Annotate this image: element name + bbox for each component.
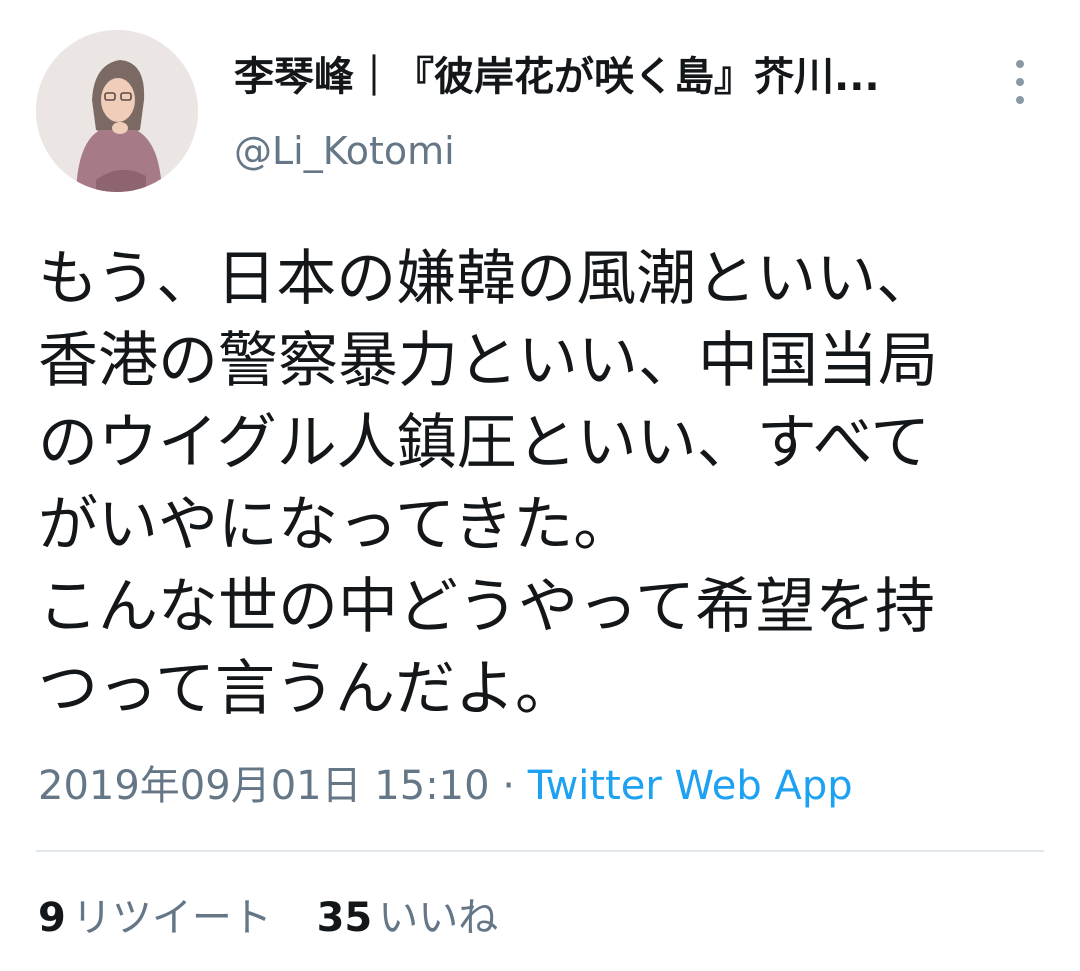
retweets-count: 9 [38, 895, 66, 941]
more-dot [1016, 78, 1024, 86]
likes-label: いいね [378, 895, 499, 941]
divider [36, 850, 1044, 852]
user-avatar-photo [36, 30, 198, 192]
tweet-timestamp[interactable]: 2019年09月01日 15:10 [38, 763, 490, 809]
tweet-header: 李琴峰｜『彼岸花が咲く島』芥川... @Li_Kotomi [36, 30, 1046, 195]
more-vertical-icon[interactable] [1000, 52, 1040, 112]
likes-count: 35 [316, 895, 373, 941]
retweets-stat[interactable]: 9 リツイート [38, 892, 272, 944]
avatar[interactable] [36, 30, 198, 192]
tweet-source-link[interactable]: Twitter Web App [528, 763, 853, 809]
tweet-text: もう、日本の嫌韓の風潮といい、 香港の警察暴力といい、中国当局 のウイグル人鎮圧… [38, 244, 938, 724]
likes-stat[interactable]: 35 いいね [317, 892, 499, 944]
more-dot [1016, 96, 1024, 104]
tweet-detail: 李琴峰｜『彼岸花が咲く島』芥川... @Li_Kotomi もう、日本の嫌韓の風… [0, 0, 1080, 971]
meta-separator: · [489, 763, 528, 809]
tweet-stats: 9 リツイート 35 いいね [38, 892, 530, 944]
retweets-label: リツイート [71, 895, 272, 941]
display-name[interactable]: 李琴峰｜『彼岸花が咲く島』芥川... [234, 50, 954, 104]
more-dot [1016, 60, 1024, 68]
tweet-meta: 2019年09月01日 15:10 · Twitter Web App [38, 760, 853, 812]
user-handle[interactable]: @Li_Kotomi [234, 126, 455, 176]
